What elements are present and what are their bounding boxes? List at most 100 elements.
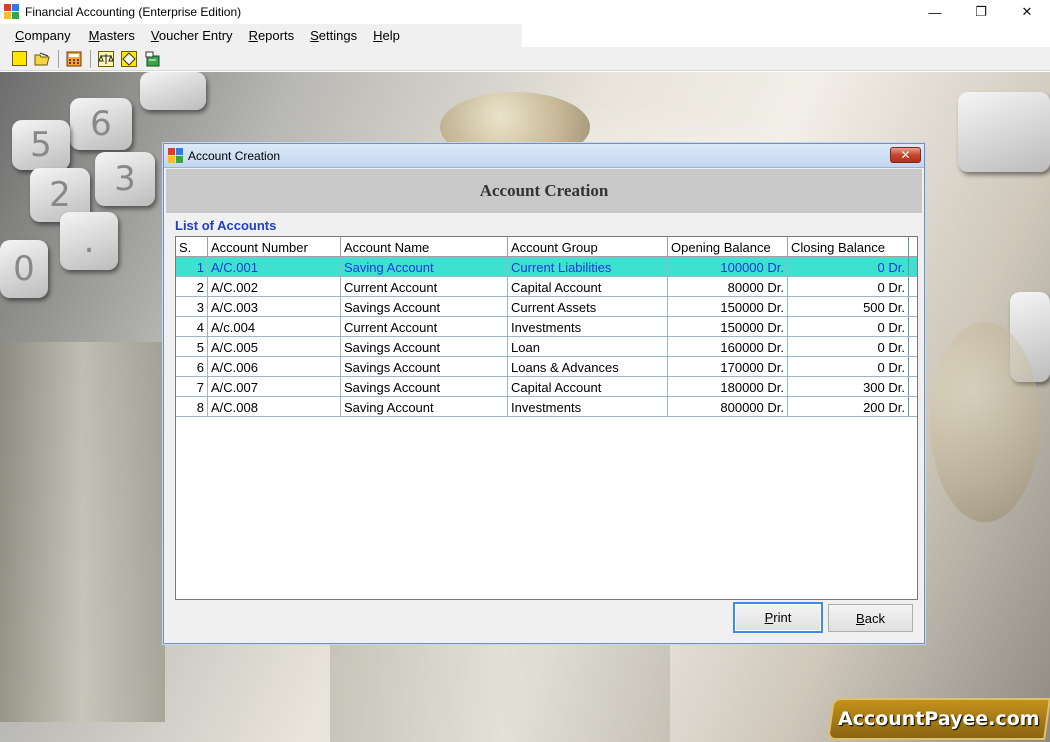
close-button[interactable]: ✕ [1004, 0, 1050, 24]
cell-account-name: Saving Account [341, 397, 508, 416]
table-row[interactable]: 1 A/C.001 Saving Account Current Liabilitie… [176, 257, 917, 277]
menu-reports[interactable]: Reports [241, 24, 303, 47]
app-titlebar: Financial Accounting (Enterprise Edition… [0, 0, 1050, 24]
cell-account-group: Current Liabilities [508, 257, 668, 276]
col-header-account-name[interactable]: Account Name [341, 237, 508, 256]
diamond-button[interactable] [119, 49, 139, 69]
cell-account-name: Savings Account [341, 357, 508, 376]
export-button[interactable] [142, 49, 162, 69]
cell-sn: 2 [176, 277, 208, 296]
menu-reports-mnemonic: R [248, 28, 258, 43]
account-creation-dialog: Account Creation ✕ Account Creation List… [163, 143, 925, 644]
coin-decoration [930, 322, 1040, 522]
grid-header-row: S. Account Number Account Name Account G… [176, 237, 917, 257]
calculator-button[interactable] [64, 49, 84, 69]
menu-voucher-entry[interactable]: Voucher Entry [143, 24, 241, 47]
dialog-titlebar[interactable]: Account Creation ✕ [164, 144, 924, 168]
col-header-account-number[interactable]: Account Number [208, 237, 341, 256]
cell-opening-balance: 180000 Dr. [668, 377, 788, 396]
col-header-account-group[interactable]: Account Group [508, 237, 668, 256]
cell-account-number: A/C.006 [208, 357, 341, 376]
cell-account-number: A/C.005 [208, 337, 341, 356]
cell-closing-balance: 0 Dr. [788, 277, 909, 296]
cell-sn: 4 [176, 317, 208, 336]
menu-company[interactable]: Company [0, 24, 79, 47]
cell-closing-balance: 0 Dr. [788, 357, 909, 376]
watermark-text: AccountPayee.com [838, 708, 1040, 730]
cell-account-name: Current Account [341, 317, 508, 336]
menu-masters-mnemonic: M [88, 28, 100, 43]
menu-settings-label: ettings [318, 28, 358, 43]
cell-opening-balance: 150000 Dr. [668, 317, 788, 336]
cell-sn: 5 [176, 337, 208, 356]
cell-account-number: A/C.002 [208, 277, 341, 296]
print-button[interactable]: Print [733, 602, 823, 633]
back-button[interactable]: Back [828, 604, 913, 632]
table-row[interactable]: 4 A/c.004 Current Account Investments 150000… [176, 317, 917, 337]
toolbar [0, 47, 1050, 71]
calculator-key-decoration: 6 [70, 98, 132, 150]
cell-account-group: Investments [508, 317, 668, 336]
banknote-decoration [330, 632, 670, 742]
menu-reports-label: eports [257, 28, 295, 43]
menu-help-label: elp [382, 28, 400, 43]
cell-sn: 6 [176, 357, 208, 376]
calculator-key-decoration: 3 [95, 152, 155, 206]
table-row[interactable]: 8 A/C.008 Saving Account Investments 800000 … [176, 397, 917, 417]
table-row[interactable]: 2 A/C.002 Current Account Capital Account 80… [176, 277, 917, 297]
cell-account-number: A/C.003 [208, 297, 341, 316]
accounts-grid[interactable]: S. Account Number Account Name Account G… [175, 236, 918, 600]
cell-closing-balance: 0 Dr. [788, 337, 909, 356]
menu-help[interactable]: Help [365, 24, 408, 47]
diamond-icon [121, 50, 137, 67]
menu-company-label: ompany [24, 28, 71, 43]
open-button[interactable] [32, 49, 52, 69]
cell-account-group: Capital Account [508, 277, 668, 296]
table-row[interactable]: 6 A/C.006 Savings Account Loans & Advances 1… [176, 357, 917, 377]
new-button[interactable] [9, 49, 29, 69]
cell-opening-balance: 160000 Dr. [668, 337, 788, 356]
print-mnemonic: P [764, 610, 774, 625]
minimize-button[interactable]: — [912, 0, 958, 24]
menu-masters[interactable]: Masters [81, 24, 143, 47]
maximize-button[interactable]: ❐ [958, 0, 1004, 24]
calculator-icon [66, 51, 82, 66]
cell-account-number: A/C.008 [208, 397, 341, 416]
new-icon [11, 51, 27, 66]
cell-sn: 7 [176, 377, 208, 396]
col-header-opening-balance[interactable]: Opening Balance [668, 237, 788, 256]
cell-sn: 3 [176, 297, 208, 316]
banknote-decoration [0, 342, 165, 722]
list-of-accounts-label: List of Accounts [175, 218, 277, 233]
menu-settings[interactable]: Settings [302, 24, 365, 47]
cell-account-name: Savings Account [341, 377, 508, 396]
table-row[interactable]: 5 A/C.005 Savings Account Loan 160000 Dr. 0 D… [176, 337, 917, 357]
cell-account-number: A/C.001 [208, 257, 341, 276]
window-controls: — ❐ ✕ [912, 0, 1050, 24]
watermark-badge: AccountPayee.com [827, 698, 1050, 740]
grid-body: 1 A/C.001 Saving Account Current Liabilitie… [176, 257, 917, 417]
cell-account-name: Current Account [341, 277, 508, 296]
menu-bar: Company Masters Voucher Entry Reports Se… [0, 24, 522, 47]
dialog-title: Account Creation [188, 148, 281, 163]
col-header-closing-balance[interactable]: Closing Balance [788, 237, 909, 256]
cell-account-group: Loans & Advances [508, 357, 668, 376]
calculator-key-decoration: . [60, 212, 118, 270]
cell-opening-balance: 80000 Dr. [668, 277, 788, 296]
table-row[interactable]: 7 A/C.007 Savings Account Capital Account 18… [176, 377, 917, 397]
col-header-sn[interactable]: S. [176, 237, 208, 256]
cell-sn: 1 [176, 257, 208, 276]
table-row[interactable]: 3 A/C.003 Savings Account Current Assets 150… [176, 297, 917, 317]
menu-voucher-label: oucher Entry [158, 28, 233, 43]
calculator-key-decoration [140, 72, 206, 110]
cell-closing-balance: 500 Dr. [788, 297, 909, 316]
cell-account-name: Savings Account [341, 297, 508, 316]
cell-closing-balance: 300 Dr. [788, 377, 909, 396]
print-label: rint [773, 610, 792, 625]
menu-company-mnemonic: C [15, 28, 25, 43]
balance-button[interactable] [96, 49, 116, 69]
dialog-close-button[interactable]: ✕ [890, 147, 921, 163]
dialog-header: Account Creation [166, 169, 922, 213]
menu-settings-mnemonic: S [310, 28, 319, 43]
back-label: ack [864, 610, 885, 626]
